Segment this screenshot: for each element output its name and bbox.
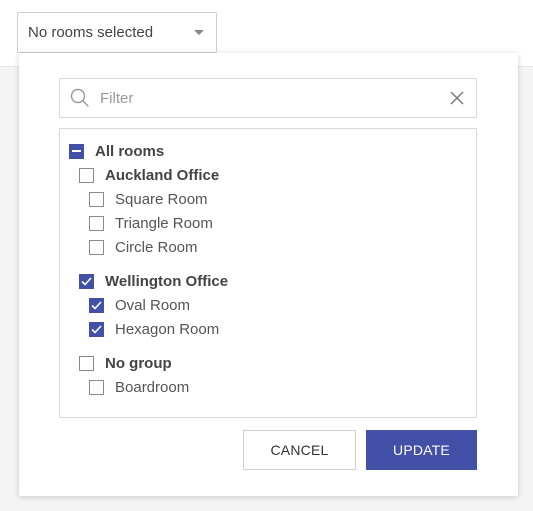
- room-checkbox[interactable]: [89, 321, 104, 337]
- room-label: Square Room: [115, 190, 208, 208]
- update-button[interactable]: UPDATE: [366, 430, 477, 470]
- room-triangle-room[interactable]: Triangle Room: [89, 212, 213, 234]
- group-auckland-office[interactable]: Auckland Office: [79, 164, 219, 186]
- room-label: Circle Room: [115, 238, 198, 256]
- room-square-room[interactable]: Square Room: [89, 188, 208, 210]
- rooms-tree: All rooms Auckland Office Square Room Tr…: [59, 128, 477, 418]
- room-hexagon-room[interactable]: Hexagon Room: [89, 318, 219, 340]
- group-checkbox[interactable]: [79, 167, 94, 183]
- checkmark-icon: [91, 300, 102, 310]
- all-rooms-label: All rooms: [95, 142, 165, 160]
- group-no-group[interactable]: No group: [79, 352, 172, 374]
- filter-box: [59, 78, 477, 118]
- all-rooms-checkbox[interactable]: [69, 143, 84, 159]
- caret-down-icon: [194, 30, 204, 35]
- group-checkbox[interactable]: [79, 273, 94, 289]
- group-label: Wellington Office: [105, 272, 229, 290]
- search-icon: [60, 79, 100, 117]
- room-checkbox[interactable]: [89, 191, 104, 207]
- group-label: No group: [105, 354, 172, 372]
- checkmark-icon: [91, 324, 102, 334]
- rooms-dropdown-label: No rooms selected: [28, 24, 154, 41]
- filter-input[interactable]: [100, 80, 438, 116]
- cancel-button[interactable]: CANCEL: [243, 430, 356, 470]
- group-wellington-office[interactable]: Wellington Office: [79, 270, 228, 292]
- close-icon[interactable]: [438, 79, 476, 117]
- room-checkbox[interactable]: [89, 239, 104, 255]
- group-label: Auckland Office: [105, 166, 220, 184]
- room-label: Oval Room: [115, 296, 191, 314]
- room-boardroom[interactable]: Boardroom: [89, 376, 189, 398]
- rooms-dropdown[interactable]: No rooms selected: [17, 12, 217, 53]
- room-checkbox[interactable]: [89, 215, 104, 231]
- room-checkbox[interactable]: [89, 379, 104, 395]
- room-oval-room[interactable]: Oval Room: [89, 294, 190, 316]
- room-circle-room[interactable]: Circle Room: [89, 236, 198, 258]
- room-checkbox[interactable]: [89, 297, 104, 313]
- room-label: Triangle Room: [115, 214, 213, 232]
- rooms-dropdown-panel: All rooms Auckland Office Square Room Tr…: [19, 53, 518, 496]
- room-label: Hexagon Room: [115, 320, 220, 338]
- all-rooms-option[interactable]: All rooms: [69, 140, 164, 162]
- group-checkbox[interactable]: [79, 355, 94, 371]
- room-label: Boardroom: [115, 378, 190, 396]
- checkmark-icon: [81, 276, 92, 286]
